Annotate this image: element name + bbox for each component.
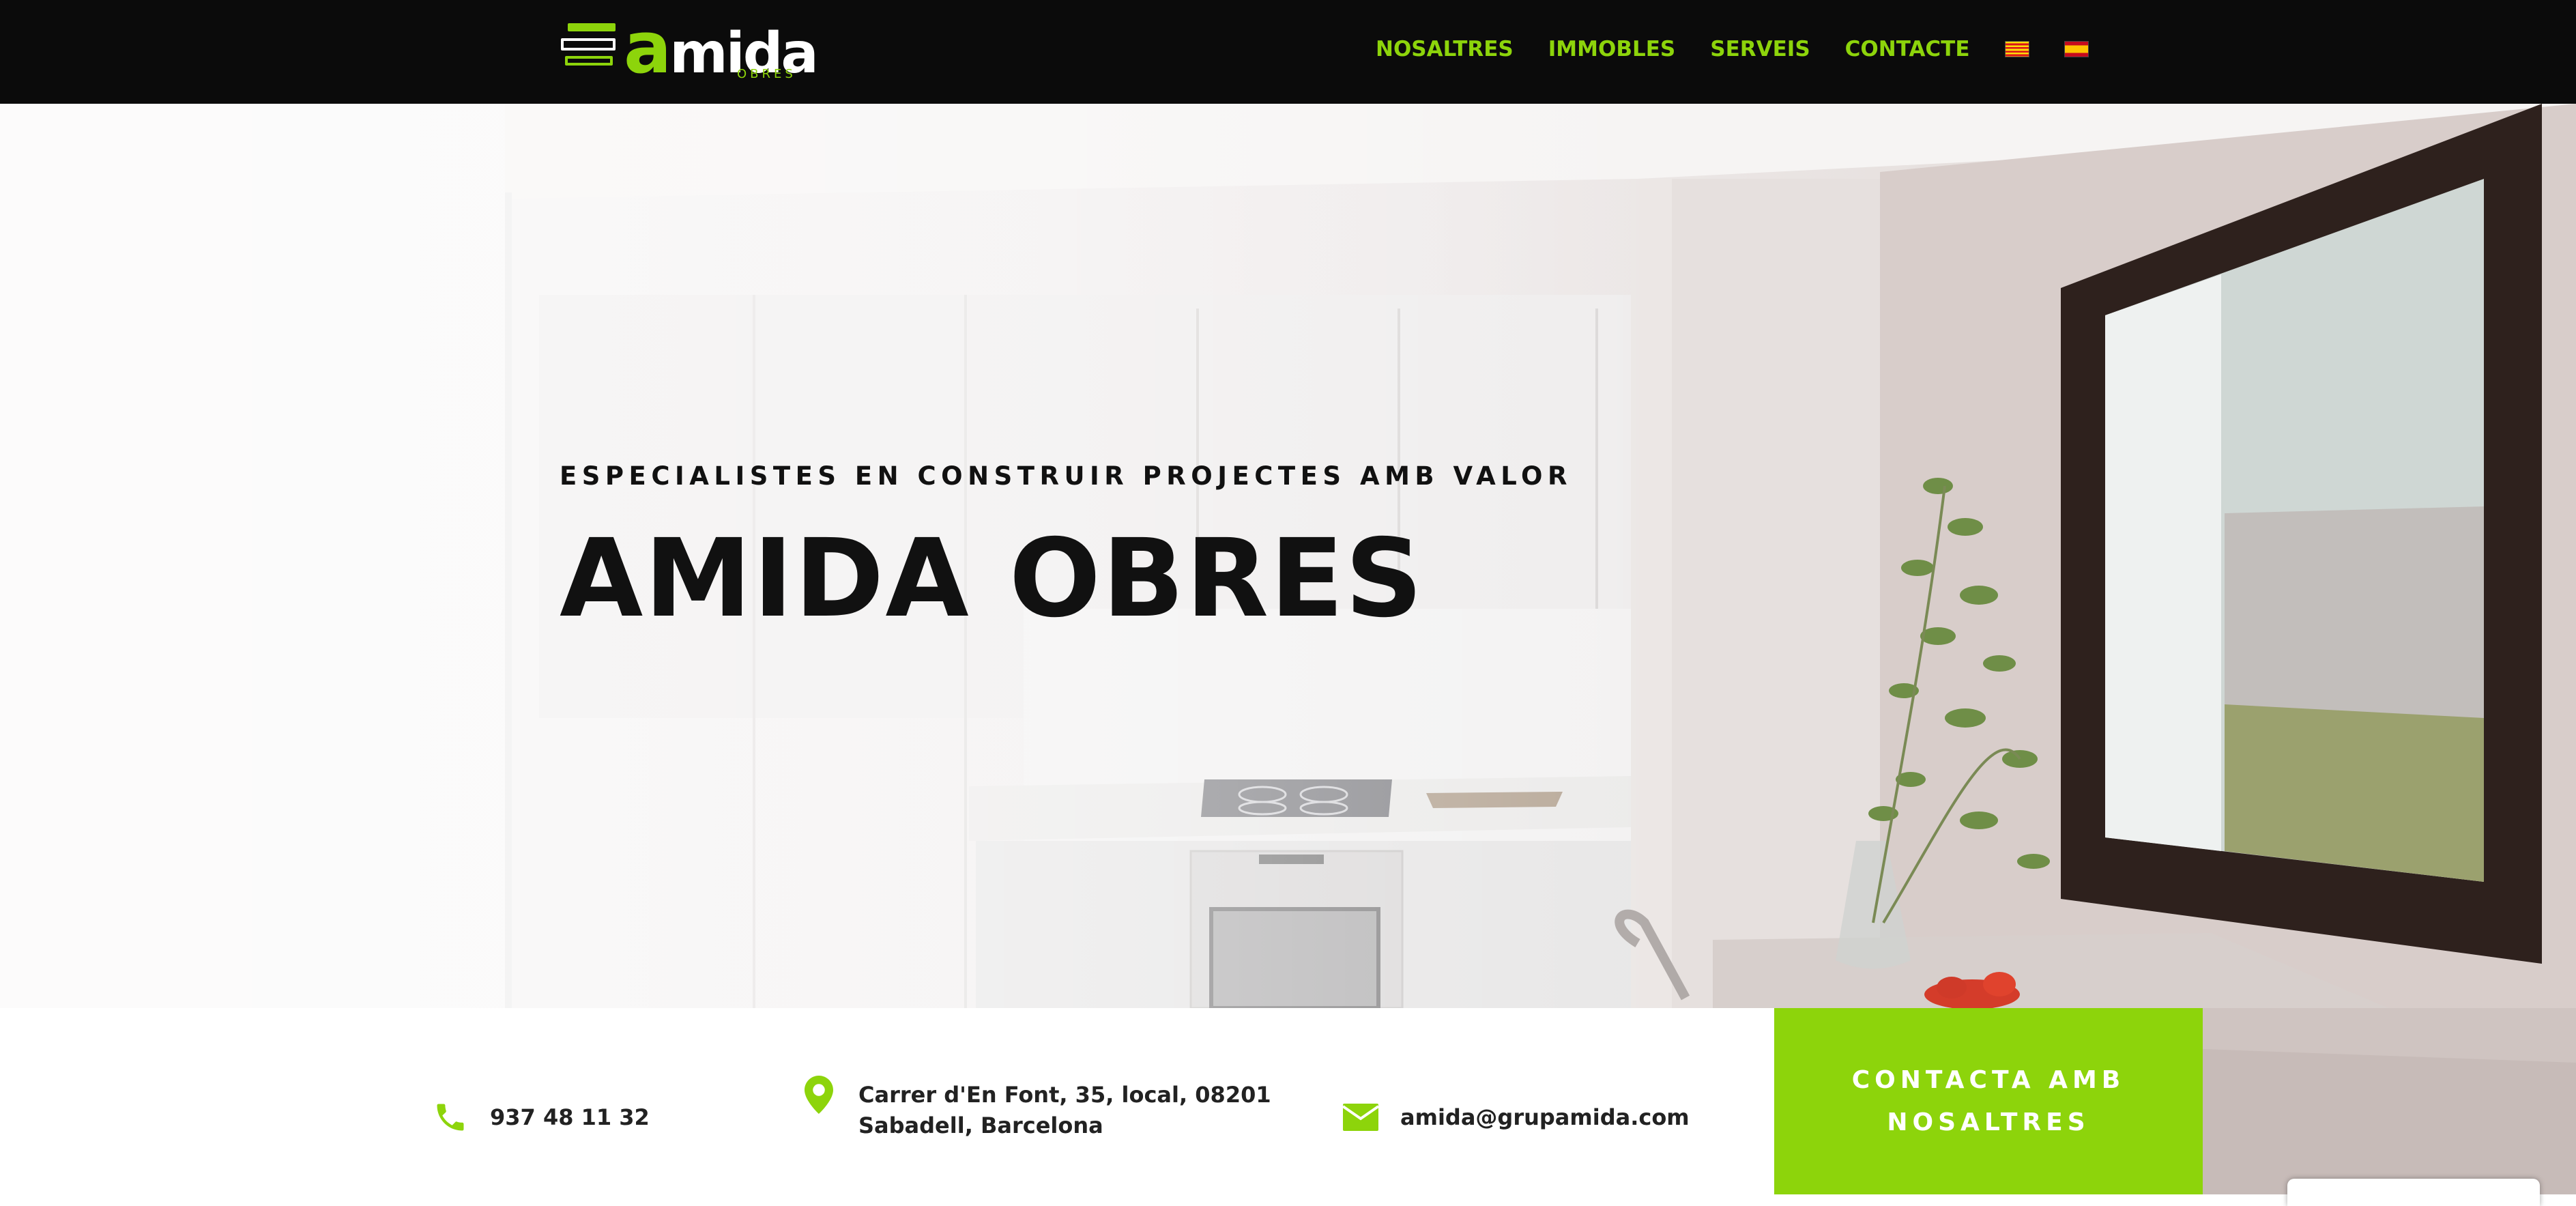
email-address: amida@grupamida.com	[1400, 1104, 1690, 1130]
logo-subtitle: OBRES	[737, 67, 796, 81]
address-line-1: Carrer d'En Font, 35, local, 08201	[858, 1082, 1271, 1108]
catalan-flag-icon[interactable]	[2004, 41, 2029, 57]
nav-item-serveis[interactable]: SERVEIS	[1710, 35, 1810, 63]
nav-item-contacte[interactable]: CONTACTE	[1845, 35, 1970, 63]
nav-item-immobles[interactable]: IMMOBLES	[1548, 35, 1675, 63]
envelope-icon	[1340, 1097, 1381, 1138]
contact-address[interactable]: Carrer d'En Font, 35, local, 08201 Sabad…	[798, 1076, 1271, 1141]
logo-mark-icon	[561, 22, 620, 71]
phone-number: 937 48 11 32	[490, 1104, 650, 1130]
contact-bar: 937 48 11 32 Carrer d'En Font, 35, local…	[0, 1008, 1774, 1194]
cta-line-1: CONTACTA AMB	[1851, 1065, 2126, 1094]
location-pin-icon	[798, 1074, 839, 1115]
hero-image-continuation	[2203, 1008, 2576, 1194]
address-text: Carrer d'En Font, 35, local, 08201 Sabad…	[858, 1080, 1271, 1141]
hero-section: ESPECIALISTES EN CONSTRUIR PROJECTES AMB…	[0, 104, 2576, 1008]
hero-subtitle: ESPECIALISTES EN CONSTRUIR PROJECTES AMB…	[560, 461, 1572, 491]
main-nav: NOSALTRES IMMOBLES SERVEIS CONTACTE	[1376, 35, 2124, 63]
contact-us-button[interactable]: CONTACTA AMB NOSALTRES	[1774, 1008, 2203, 1194]
cta-line-2: NOSALTRES	[1887, 1108, 2090, 1136]
recaptcha-badge[interactable]	[2287, 1179, 2540, 1206]
amida-logo[interactable]: amida OBRES	[561, 12, 819, 83]
contact-email[interactable]: amida@grupamida.com	[1340, 1097, 1690, 1138]
spanish-flag-icon[interactable]	[2064, 41, 2089, 57]
nav-item-nosaltres[interactable]: NOSALTRES	[1376, 35, 1514, 63]
hero-title: AMIDA OBRES	[560, 516, 1424, 642]
address-line-2: Sabadell, Barcelona	[858, 1112, 1103, 1138]
contact-phone[interactable]: 937 48 11 32	[430, 1097, 650, 1138]
site-header: amida OBRES NOSALTRES IMMOBLES SERVEIS C…	[0, 0, 2576, 104]
phone-icon	[430, 1097, 471, 1138]
